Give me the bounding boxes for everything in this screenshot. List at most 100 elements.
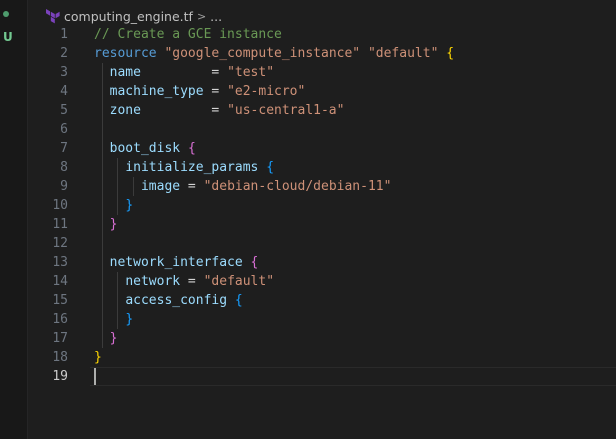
code-text: } xyxy=(94,310,133,329)
code-text: // Create a GCE instance xyxy=(94,25,282,44)
code-token: name xyxy=(109,65,141,80)
code-token: { xyxy=(446,46,455,61)
line-number: 17 xyxy=(52,331,68,346)
code-token: boot_disk xyxy=(109,141,181,156)
code-line[interactable]: 7 boot_disk { xyxy=(28,139,616,158)
source-control-gutter: U xyxy=(0,0,28,439)
code-text: initialize_params { xyxy=(94,158,274,177)
line-number: 15 xyxy=(52,293,68,308)
breadcrumb-file[interactable]: computing_engine.tf xyxy=(64,9,193,24)
terraform-icon xyxy=(44,8,60,24)
indent-guide xyxy=(117,158,119,215)
line-number: 3 xyxy=(60,65,68,80)
code-token: "default" xyxy=(367,46,439,61)
code-token: "default" xyxy=(203,274,275,289)
text-cursor xyxy=(94,368,96,385)
code-token: = xyxy=(180,179,204,194)
line-number: 12 xyxy=(52,236,68,251)
code-text: } xyxy=(94,196,133,215)
code-token: { xyxy=(234,293,243,308)
code-token: } xyxy=(125,312,134,327)
code-line[interactable]: 9 image = "debian-cloud/debian-11" xyxy=(28,177,616,196)
code-token: "us-central1-a" xyxy=(227,103,345,118)
code-token: { xyxy=(250,255,259,270)
code-token: { xyxy=(187,141,196,156)
code-token: "test" xyxy=(227,65,275,80)
indent-guide xyxy=(133,177,135,196)
code-text: network = "default" xyxy=(94,272,274,291)
indent-guide xyxy=(117,272,119,329)
code-line[interactable]: 8 initialize_params { xyxy=(28,158,616,177)
code-line[interactable]: 4 machine_type = "e2-micro" xyxy=(28,82,616,101)
code-text: resource "google_compute_instance" "defa… xyxy=(94,44,454,63)
code-token: "e2-micro" xyxy=(227,84,306,99)
code-line[interactable]: 2 resource "google_compute_instance" "def… xyxy=(28,44,616,63)
code-text: zone = "us-central1-a" xyxy=(94,101,345,120)
code-editor[interactable]: 1 // Create a GCE instance 2 resource "goog… xyxy=(28,25,616,439)
code-line[interactable]: 19 xyxy=(28,367,616,386)
code-line[interactable]: 14 network = "default" xyxy=(28,272,616,291)
code-token: } xyxy=(125,198,134,213)
code-token: = xyxy=(140,103,228,118)
code-token: "debian-cloud/debian-11" xyxy=(203,179,392,194)
code-token: image xyxy=(140,179,181,194)
code-token: network xyxy=(125,274,181,289)
code-token: resource xyxy=(94,46,165,61)
code-text: } xyxy=(94,329,118,348)
code-text: name = "test" xyxy=(94,63,274,82)
code-token: = xyxy=(140,65,228,80)
code-line[interactable]: 17 } xyxy=(28,329,616,348)
code-text: machine_type = "e2-micro" xyxy=(94,82,306,101)
code-line[interactable]: 6 xyxy=(28,120,616,139)
line-number: 5 xyxy=(60,103,68,118)
line-number: 8 xyxy=(60,160,68,175)
code-text: access_config { xyxy=(94,291,243,310)
line-number: 18 xyxy=(52,350,68,365)
line-number: 1 xyxy=(60,27,68,42)
git-status-badge[interactable]: U xyxy=(3,30,13,44)
code-text: boot_disk { xyxy=(94,139,196,158)
code-text: } xyxy=(94,348,102,367)
line-number: 2 xyxy=(60,46,68,61)
code-line[interactable]: 10 } xyxy=(28,196,616,215)
code-token: } xyxy=(109,217,118,232)
indent-guide xyxy=(101,63,103,348)
line-number: 4 xyxy=(60,84,68,99)
code-token: { xyxy=(266,160,275,175)
code-line[interactable]: 18} xyxy=(28,348,616,367)
code-token: zone xyxy=(109,103,141,118)
code-token: = xyxy=(180,274,204,289)
code-token: "google_compute_instance" xyxy=(164,46,361,61)
code-line[interactable]: 12 xyxy=(28,234,616,253)
code-token: network_interface xyxy=(109,255,243,270)
code-line[interactable]: 11 } xyxy=(28,215,616,234)
line-number: 10 xyxy=(52,198,68,213)
breadcrumb-more[interactable]: ... xyxy=(210,9,222,24)
code-line[interactable]: 5 zone = "us-central1-a" xyxy=(28,101,616,120)
code-line[interactable]: 13 network_interface { xyxy=(28,253,616,272)
code-line[interactable]: 3 name = "test" xyxy=(28,63,616,82)
line-number: 7 xyxy=(60,141,68,156)
modified-dot-icon xyxy=(3,11,9,17)
code-token: initialize_params xyxy=(125,160,259,175)
code-token: machine_type xyxy=(109,84,204,99)
code-token: = xyxy=(203,84,228,99)
line-number: 19 xyxy=(52,369,68,384)
line-number: 11 xyxy=(52,217,68,232)
code-text: } xyxy=(94,215,118,234)
code-line[interactable]: 16 } xyxy=(28,310,616,329)
code-line[interactable]: 1 // Create a GCE instance xyxy=(28,25,616,44)
line-number: 6 xyxy=(60,122,68,137)
code-line[interactable]: 15 access_config { xyxy=(28,291,616,310)
line-number: 14 xyxy=(52,274,68,289)
code-text: network_interface { xyxy=(94,253,259,272)
